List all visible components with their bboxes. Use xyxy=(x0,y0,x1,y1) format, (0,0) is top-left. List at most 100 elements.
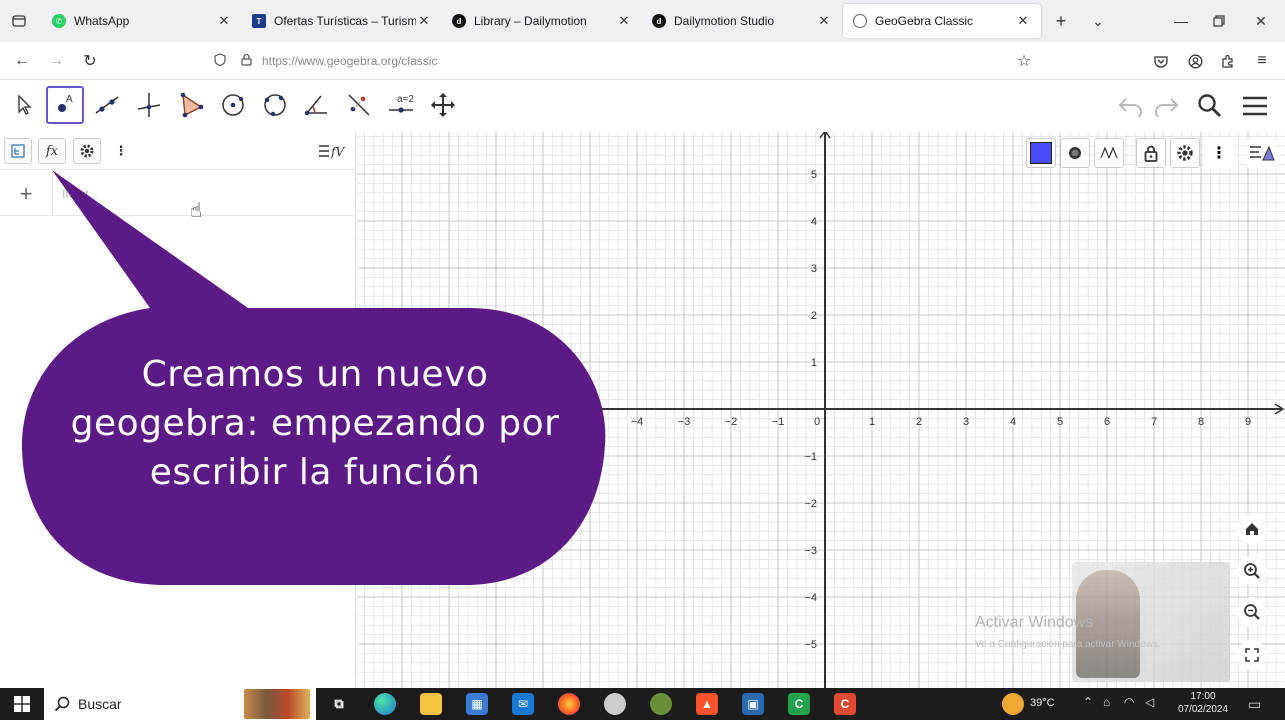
weather-icon[interactable] xyxy=(1002,693,1024,715)
x-tick-label: 3 xyxy=(963,416,969,428)
tab-dailymotion-studio[interactable]: d Dailymotion Studio ✕ xyxy=(642,4,842,38)
tab-geogebra-classic[interactable]: GeoGebra Classic ✕ xyxy=(843,4,1041,38)
x-tick-label: −1 xyxy=(772,416,785,428)
menu-hamburger-icon[interactable]: ≡ xyxy=(1250,50,1274,72)
turismo-icon: T xyxy=(252,14,266,28)
algebra-input-row: + xyxy=(0,172,356,216)
x-tick-label: −3 xyxy=(678,416,691,428)
mail-icon[interactable]: ✉ xyxy=(512,693,534,715)
move-tool-icon[interactable] xyxy=(4,86,42,124)
file-explorer-icon[interactable] xyxy=(420,693,442,715)
blue-color-swatch xyxy=(1030,142,1052,164)
lock-icon[interactable] xyxy=(236,53,256,69)
tab-ofertas[interactable]: T Ofertas Turísticas – Turismo – ✕ xyxy=(242,4,442,38)
back-arrow-icon[interactable]: ← xyxy=(10,50,34,72)
graphics-style-bar: ⋮ xyxy=(357,136,1285,172)
tab-overview-icon[interactable] xyxy=(8,10,30,32)
perpendicular-line-tool-icon[interactable] xyxy=(130,86,168,124)
gear-icon[interactable] xyxy=(1170,138,1200,168)
circle-three-points-tool-icon[interactable] xyxy=(256,86,294,124)
new-tab-icon[interactable]: + xyxy=(1050,10,1072,32)
home-icon[interactable] xyxy=(1237,514,1267,544)
show-functions-icon[interactable]: fx xyxy=(38,138,66,164)
graphics-settings-toggle-icon[interactable] xyxy=(1247,138,1277,168)
circle-tool-icon[interactable] xyxy=(214,86,252,124)
zoom-in-icon[interactable] xyxy=(1237,556,1267,586)
close-tab-icon[interactable]: ✕ xyxy=(216,13,232,29)
pocket-icon[interactable] xyxy=(1149,50,1173,72)
tab-whatsapp[interactable]: ✆ WhatsApp ✕ xyxy=(42,4,242,38)
network-icon[interactable]: ⌂ xyxy=(1103,695,1110,709)
sort-icon[interactable] xyxy=(4,138,32,164)
x-tick-label: −2 xyxy=(725,416,738,428)
windows-start-icon[interactable] xyxy=(11,693,33,715)
divider xyxy=(52,172,53,216)
move-graphics-view-tool-icon[interactable] xyxy=(424,86,462,124)
forward-arrow-icon[interactable]: → xyxy=(44,50,68,72)
label-style-icon[interactable] xyxy=(1094,138,1124,168)
main-menu-icon[interactable] xyxy=(1239,90,1271,122)
taskbar-clock[interactable]: 17:00 07/02/2024 xyxy=(1170,690,1236,716)
slider-tool-icon[interactable]: a=2 xyxy=(382,86,420,124)
svg-text:a=2: a=2 xyxy=(397,94,414,105)
tray-chevron-up-icon[interactable]: ⌃ xyxy=(1083,695,1093,709)
restore-icon[interactable] xyxy=(1208,10,1230,32)
shield-icon[interactable] xyxy=(210,53,230,69)
zoom-out-icon[interactable] xyxy=(1237,597,1267,627)
volume-icon[interactable]: ◁ xyxy=(1145,695,1154,709)
point-style-button[interactable] xyxy=(1060,138,1090,168)
camtasia-recorder-icon[interactable]: C xyxy=(834,693,856,715)
y-tick-label: 3 xyxy=(811,263,817,275)
polygon-tool-icon[interactable] xyxy=(172,86,210,124)
line-tool-icon[interactable] xyxy=(88,86,126,124)
gear-icon[interactable] xyxy=(73,138,101,164)
app-icon[interactable] xyxy=(650,693,672,715)
search-icon[interactable] xyxy=(1195,90,1225,122)
x-tick-label: 6 xyxy=(1104,416,1110,428)
close-tab-icon[interactable]: ✕ xyxy=(616,13,632,29)
more-vertical-icon[interactable]: ⋮ xyxy=(107,138,135,164)
webcam-overlay xyxy=(1072,562,1230,682)
edge-browser-icon[interactable] xyxy=(374,693,396,715)
lock-icon[interactable] xyxy=(1136,138,1166,168)
url-text: https://www.geogebra.org/classic xyxy=(262,54,438,68)
point-tool-icon[interactable]: A xyxy=(46,86,84,124)
reflect-tool-icon[interactable] xyxy=(340,86,378,124)
tab-label: WhatsApp xyxy=(74,14,130,28)
fullscreen-icon[interactable] xyxy=(1237,640,1267,670)
tab-list-chevron-down-icon[interactable]: ⌄ xyxy=(1087,10,1109,32)
close-tab-icon[interactable]: ✕ xyxy=(416,13,432,29)
app-icon[interactable] xyxy=(604,693,626,715)
tab-library-dailymotion[interactable]: d Library – Dailymotion ✕ xyxy=(442,4,642,38)
close-window-icon[interactable]: ✕ xyxy=(1250,10,1272,32)
more-vertical-icon[interactable]: ⋮ xyxy=(1204,138,1234,168)
close-tab-icon[interactable]: ✕ xyxy=(816,13,832,29)
microsoft-store-icon[interactable]: ▦ xyxy=(466,693,488,715)
svg-text:A: A xyxy=(66,94,73,105)
algebra-input-toggle-icon[interactable]: fV xyxy=(316,138,350,164)
minimize-icon[interactable]: — xyxy=(1170,10,1192,32)
x-tick-label: 1 xyxy=(869,416,875,428)
geogebra-icon xyxy=(853,14,867,28)
angle-tool-icon[interactable] xyxy=(298,86,336,124)
color-swatch-button[interactable] xyxy=(1026,138,1056,168)
taskbar-search-box[interactable]: Buscar xyxy=(44,688,316,720)
tab-label: Ofertas Turísticas – Turismo – xyxy=(274,14,416,28)
notifications-icon[interactable]: ▭ xyxy=(1248,696,1261,713)
account-icon[interactable] xyxy=(1183,50,1207,72)
add-item-plus-icon[interactable]: + xyxy=(14,181,38,206)
redo-icon[interactable] xyxy=(1151,90,1181,122)
bookmark-star-icon[interactable]: ☆ xyxy=(1012,50,1036,72)
close-tab-icon[interactable]: ✕ xyxy=(1015,13,1031,29)
firefox-icon[interactable] xyxy=(558,693,580,715)
x-tick-label: 7 xyxy=(1151,416,1157,428)
app-icon[interactable]: ▣ xyxy=(742,693,764,715)
brave-browser-icon[interactable]: ▲ xyxy=(696,693,718,715)
task-view-icon[interactable]: ⧉ xyxy=(328,693,350,715)
reload-icon[interactable]: ↻ xyxy=(78,50,102,72)
wifi-icon[interactable]: ◠ xyxy=(1124,695,1134,709)
address-bar[interactable]: https://www.geogebra.org/classic xyxy=(210,47,1050,75)
camtasia-green-icon[interactable]: C xyxy=(788,693,810,715)
extensions-icon[interactable] xyxy=(1216,50,1240,72)
undo-icon[interactable] xyxy=(1116,90,1146,122)
